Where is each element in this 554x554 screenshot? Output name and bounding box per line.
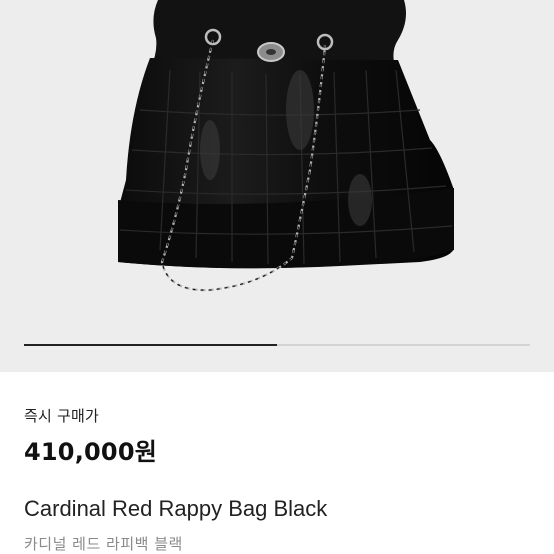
product-info: 즉시 구매가 410,000원 Cardinal Red Rappy Bag B…: [0, 372, 554, 554]
price: 410,000원: [24, 438, 157, 466]
product-image[interactable]: [0, 0, 554, 372]
product-name-en[interactable]: Cardinal Red Rappy Bag Black: [24, 496, 327, 522]
gallery-progress-fill: [24, 344, 277, 346]
bag-photo-icon: [118, 0, 454, 292]
gallery-progress-track: [24, 344, 530, 346]
buy-now-label: 즉시 구매가: [24, 407, 99, 425]
product-name-ko: 카디널 레드 라피백 블랙: [24, 535, 183, 553]
